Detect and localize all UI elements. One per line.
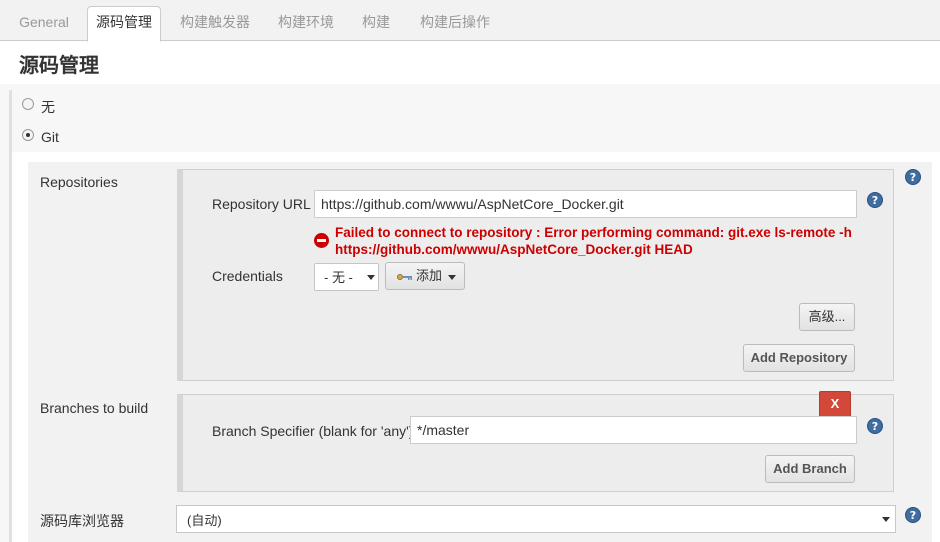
tab-build[interactable]: 构建 xyxy=(352,7,400,41)
key-icon xyxy=(397,274,412,280)
advanced-button[interactable]: 高级... xyxy=(799,303,855,331)
branches-to-build-label: Branches to build xyxy=(40,400,149,416)
section-title: 源码管理 xyxy=(19,55,99,77)
repository-browser-value: (自动) xyxy=(187,513,222,528)
chevron-down-icon xyxy=(448,275,456,280)
tab-bar: General 源码管理 构建触发器 构建环境 构建 构建后操作 xyxy=(0,0,940,42)
tab-post-build-actions[interactable]: 构建后操作 xyxy=(410,7,500,41)
scm-none-label[interactable]: 无 xyxy=(41,97,55,117)
chevron-down-icon xyxy=(882,517,890,522)
repository-browser-help-icon[interactable]: ? xyxy=(905,507,921,523)
repository-browser-label: 源码库浏览器 xyxy=(40,513,124,529)
repositories-help-icon[interactable]: ? xyxy=(905,169,921,185)
credentials-select[interactable]: - 无 - xyxy=(314,263,379,291)
repository-url-label: Repository URL xyxy=(212,196,311,212)
repository-browser-select[interactable]: (自动) xyxy=(176,505,896,533)
repository-url-help-icon[interactable]: ? xyxy=(867,192,883,208)
delete-branch-button[interactable]: X xyxy=(819,391,851,417)
chevron-down-icon xyxy=(367,275,375,280)
tab-build-environment[interactable]: 构建环境 xyxy=(268,7,344,41)
repository-url-input[interactable]: https://github.com/wwwu/AspNetCore_Docke… xyxy=(314,190,857,218)
error-line-2: https://github.com/wwwu/AspNetCore_Docke… xyxy=(335,242,693,257)
tab-general[interactable]: General xyxy=(8,7,80,41)
scm-none-radio[interactable] xyxy=(22,98,34,110)
credentials-label: Credentials xyxy=(212,268,283,284)
credentials-select-value: - 无 - xyxy=(324,270,353,285)
tab-source-code-management[interactable]: 源码管理 xyxy=(87,6,161,42)
branch-specifier-input[interactable]: */master xyxy=(410,416,857,444)
branch-specifier-label: Branch Specifier (blank for 'any') xyxy=(212,423,414,439)
error-icon xyxy=(314,233,329,248)
add-repository-button[interactable]: Add Repository xyxy=(743,344,855,372)
add-credentials-label: 添加 xyxy=(416,268,443,283)
tab-build-triggers[interactable]: 构建触发器 xyxy=(170,7,260,41)
repositories-label: Repositories xyxy=(40,174,118,190)
scm-git-label[interactable]: Git xyxy=(41,129,59,145)
add-credentials-button[interactable]: 添加 xyxy=(385,262,465,290)
repository-error-message: Failed to connect to repository : Error … xyxy=(335,224,875,258)
branch-specifier-help-icon[interactable]: ? xyxy=(867,418,883,434)
error-line-1: Failed to connect to repository : Error … xyxy=(335,225,852,240)
scm-git-radio[interactable] xyxy=(22,129,34,141)
add-branch-button[interactable]: Add Branch xyxy=(765,455,855,483)
